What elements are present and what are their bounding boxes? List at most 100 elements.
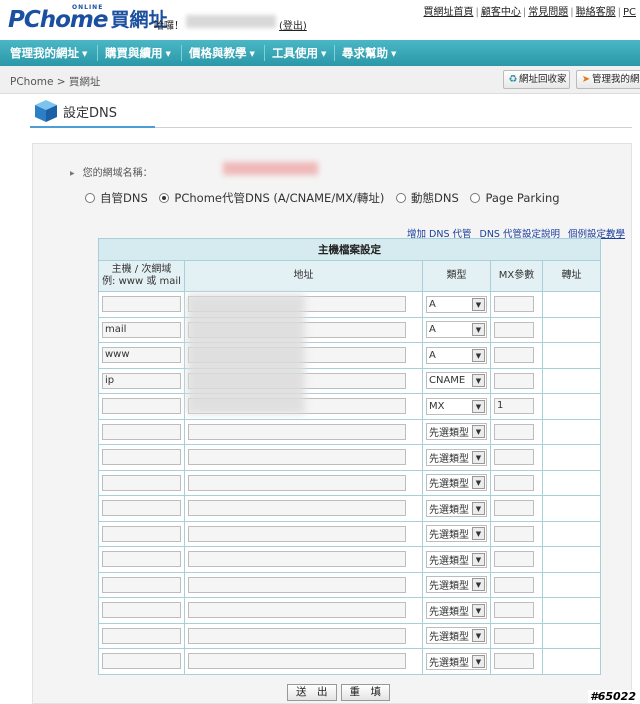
address-input[interactable] <box>188 627 406 644</box>
address-input[interactable] <box>188 653 406 670</box>
host-input[interactable] <box>102 525 181 542</box>
col-header-host: 主機 / 次網域 例: www 或 mail <box>98 260 185 292</box>
triangle-icon: ▶ <box>70 170 75 177</box>
type-select[interactable]: A ▼ <box>426 295 487 313</box>
table-row: 先選類型 ▼ <box>98 597 602 624</box>
domain-recycle-button[interactable]: ♻ 網址回收家 <box>503 70 570 89</box>
logo-online: ONLINE <box>72 4 104 11</box>
redirect-cell <box>541 444 602 471</box>
nav-item-tools[interactable]: 工具使用 ▼ <box>272 40 326 66</box>
host-input[interactable] <box>102 551 181 568</box>
type-select[interactable]: A ▼ <box>426 321 487 339</box>
type-select[interactable]: MX ▼ <box>426 397 487 415</box>
redirect-cell <box>541 622 602 649</box>
type-select[interactable]: 先選類型 ▼ <box>426 652 487 670</box>
address-input[interactable] <box>188 602 406 619</box>
address-input[interactable] <box>188 576 406 593</box>
host-input[interactable] <box>102 602 181 619</box>
logout-link[interactable]: (登出) <box>279 17 307 32</box>
type-select[interactable]: 先選類型 ▼ <box>426 474 487 492</box>
host-input[interactable] <box>102 653 181 670</box>
top-link-pc[interactable]: PC <box>623 7 636 18</box>
nav-item-help[interactable]: 尋求幫助 ▼ <box>342 40 396 66</box>
type-select[interactable]: 先選類型 ▼ <box>426 576 487 594</box>
type-select[interactable]: CNAME ▼ <box>426 372 487 390</box>
dns-mode-radio-group: 自管DNS PChome代管DNS (A/CNAME/MX/轉址) 動態DNS … <box>85 190 568 206</box>
mx-input[interactable] <box>494 551 534 568</box>
top-link-customer-center[interactable]: 顧客中心 <box>481 7 521 18</box>
arrow-icon: ➤ <box>581 74 591 85</box>
chevron-down-icon: ▼ <box>472 374 485 388</box>
radio-page-parking[interactable]: Page Parking <box>470 191 560 205</box>
address-input[interactable] <box>188 423 406 440</box>
table-row: ip CNAME ▼ <box>98 367 602 394</box>
host-input[interactable]: ip <box>102 372 181 389</box>
mx-input[interactable] <box>494 525 534 542</box>
col-header-redirect: 轉址 <box>541 260 602 292</box>
reset-button[interactable]: 重 填 <box>340 684 390 701</box>
type-select[interactable]: 先選類型 ▼ <box>426 423 487 441</box>
chevron-down-icon: ▼ <box>472 425 485 439</box>
table-row: 先選類型 ▼ <box>98 648 602 675</box>
top-link-home[interactable]: 買網址首頁 <box>423 7 473 18</box>
redirect-cell <box>541 291 602 318</box>
mx-input[interactable] <box>494 653 534 670</box>
type-select[interactable]: A ▼ <box>426 346 487 364</box>
radio-self-dns[interactable]: 自管DNS <box>85 190 148 206</box>
top-link-contact[interactable]: 聯絡客服 <box>576 7 616 18</box>
type-select[interactable]: 先選類型 ▼ <box>426 627 487 645</box>
host-input[interactable] <box>102 398 181 415</box>
table-row: 先選類型 ▼ <box>98 520 602 547</box>
address-input[interactable] <box>188 525 406 542</box>
radio-dynamic-dns[interactable]: 動態DNS <box>396 190 459 206</box>
host-input[interactable] <box>102 449 181 466</box>
pchome-logo[interactable]: PChome ONLINE 買網址 <box>8 4 168 34</box>
mx-input[interactable] <box>494 372 534 389</box>
mx-input[interactable] <box>494 321 534 338</box>
mx-input[interactable] <box>494 627 534 644</box>
address-input[interactable] <box>188 449 406 466</box>
blurred-addresses <box>187 294 305 414</box>
mx-input[interactable] <box>494 423 534 440</box>
address-input[interactable] <box>188 500 406 517</box>
radio-pchome-dns[interactable]: PChome代管DNS (A/CNAME/MX/轉址) <box>159 190 384 206</box>
nav-item-pricing-tutorial[interactable]: 價格與教學 ▼ <box>189 40 255 66</box>
host-input[interactable] <box>102 576 181 593</box>
address-input[interactable] <box>188 551 406 568</box>
nav-item-buy-renew[interactable]: 購買與續用 ▼ <box>105 40 171 66</box>
chevron-down-icon: ▼ <box>321 50 327 58</box>
mx-input[interactable] <box>494 449 534 466</box>
chevron-down-icon: ▼ <box>472 297 485 311</box>
mx-input[interactable] <box>494 347 534 364</box>
host-input[interactable] <box>102 627 181 644</box>
type-select[interactable]: 先選類型 ▼ <box>426 499 487 517</box>
mx-input[interactable] <box>494 296 534 313</box>
radio-circle-icon <box>396 193 407 203</box>
redirect-cell <box>541 597 602 624</box>
submit-button[interactable]: 送 出 <box>287 684 337 701</box>
chevron-down-icon: ▼ <box>472 654 485 668</box>
type-select[interactable]: 先選類型 ▼ <box>426 448 487 466</box>
host-input[interactable] <box>102 296 181 313</box>
mx-input[interactable] <box>494 474 534 491</box>
table-row: mail A ▼ <box>98 316 602 343</box>
host-input[interactable]: www <box>102 347 181 364</box>
type-select[interactable]: 先選類型 ▼ <box>426 525 487 543</box>
host-input[interactable] <box>102 500 181 517</box>
host-input[interactable] <box>102 474 181 491</box>
host-input[interactable]: mail <box>102 321 181 338</box>
top-link-faq[interactable]: 常見問題 <box>528 7 568 18</box>
nav-item-manage-domains[interactable]: 管理我的網址 ▼ <box>10 40 87 66</box>
type-select[interactable]: 先選類型 ▼ <box>426 601 487 619</box>
redirect-cell <box>541 469 602 496</box>
mx-input[interactable]: 1 <box>494 398 534 415</box>
mx-input[interactable] <box>494 576 534 593</box>
chevron-down-icon: ▼ <box>391 50 397 58</box>
mx-input[interactable] <box>494 602 534 619</box>
manage-domains-button[interactable]: ➤管理我的網址 <box>576 70 640 89</box>
mx-input[interactable] <box>494 500 534 517</box>
host-input[interactable] <box>102 423 181 440</box>
address-input[interactable] <box>188 474 406 491</box>
type-select[interactable]: 先選類型 ▼ <box>426 550 487 568</box>
table-row: 先選類型 ▼ <box>98 495 602 522</box>
